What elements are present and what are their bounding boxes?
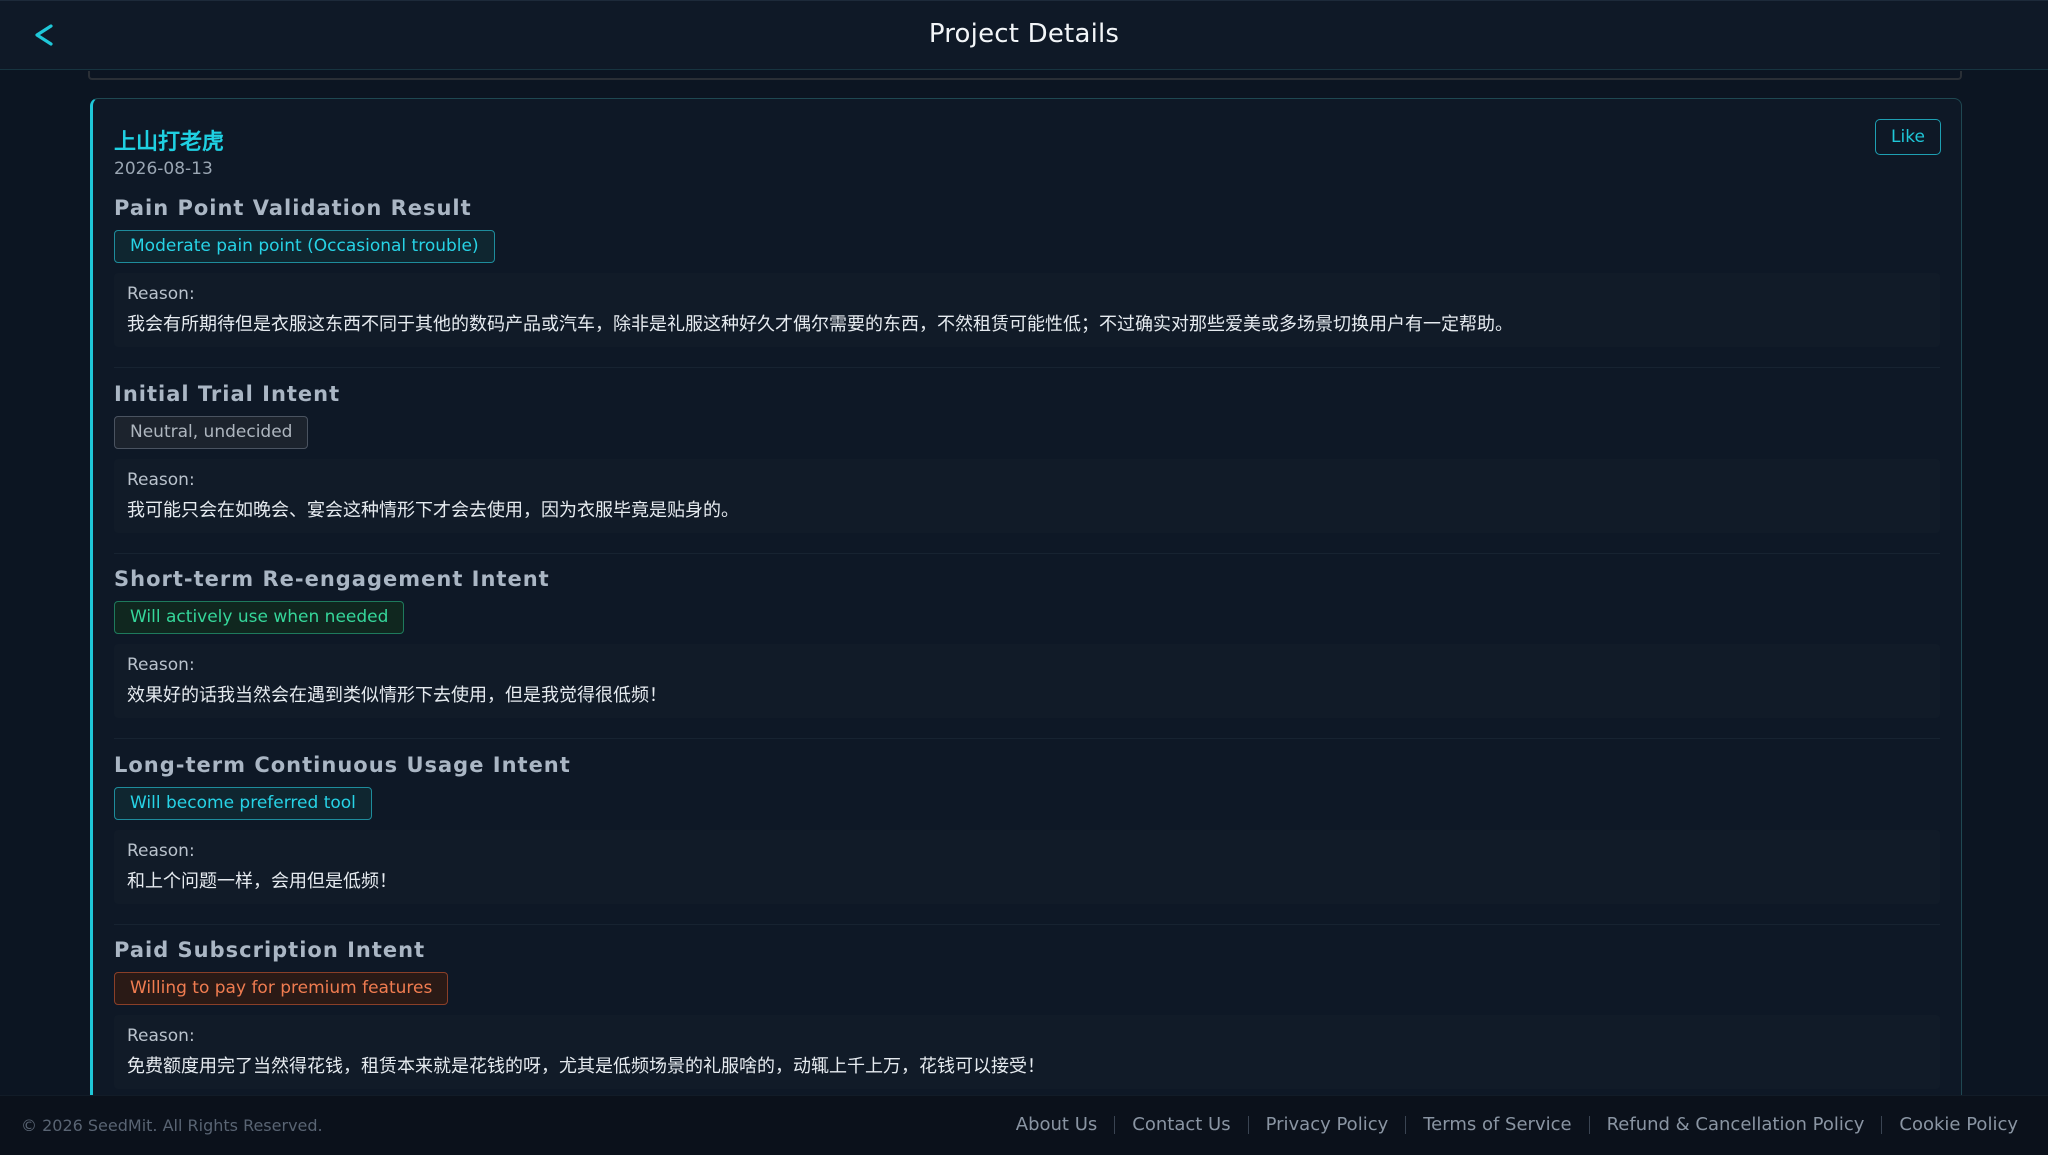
- divider: [114, 367, 1940, 368]
- reason-box: Reason: 我可能只会在如晚会、宴会这种情形下才会去使用，因为衣服毕竟是贴身…: [114, 459, 1940, 533]
- reason-label: Reason:: [127, 1026, 195, 1046]
- top-bar: Project Details: [0, 0, 2048, 70]
- section-long-term: Long-term Continuous Usage Intent Will b…: [114, 752, 1940, 904]
- footer-separator: [1881, 1115, 1883, 1134]
- reason-label: Reason:: [127, 470, 195, 490]
- divider: [114, 553, 1940, 554]
- section-title: Short-term Re-engagement Intent: [114, 567, 550, 591]
- footer-link-privacy-policy[interactable]: Privacy Policy: [1266, 1114, 1389, 1135]
- footer-link-cookie-policy[interactable]: Cookie Policy: [1899, 1114, 2018, 1135]
- section-pain-point: Pain Point Validation Result Moderate pa…: [114, 195, 1940, 347]
- result-badge: Moderate pain point (Occasional trouble): [114, 230, 495, 263]
- card-title: 上山打老虎: [114, 130, 225, 155]
- divider: [114, 924, 1940, 925]
- reason-box: Reason: 效果好的话我当然会在遇到类似情形下去使用，但是我觉得很低频！: [114, 644, 1940, 718]
- footer-link-terms-of-service[interactable]: Terms of Service: [1423, 1114, 1571, 1135]
- section-initial-trial: Initial Trial Intent Neutral, undecided …: [114, 381, 1940, 533]
- footer-separator: [1405, 1115, 1407, 1134]
- footer-separator: [1588, 1115, 1590, 1134]
- reason-text: 效果好的话我当然会在遇到类似情形下去使用，但是我觉得很低频！: [127, 685, 667, 706]
- card-date: 2026-08-13: [114, 159, 213, 179]
- reason-label: Reason:: [127, 284, 195, 304]
- page-title: Project Details: [928, 19, 1120, 49]
- previous-card-edge: [88, 71, 1962, 80]
- result-badge: Willing to pay for premium features: [114, 972, 449, 1005]
- section-paid-subscription: Paid Subscription Intent Willing to pay …: [114, 937, 1940, 1089]
- reason-label: Reason:: [127, 841, 195, 861]
- feedback-card: 上山打老虎 2026-08-13 Like Pain Point Validat…: [90, 98, 1962, 1095]
- reason-label: Reason:: [127, 655, 195, 675]
- reason-text: 我可能只会在如晚会、宴会这种情形下才会去使用，因为衣服毕竟是贴身的。: [127, 500, 739, 521]
- section-title: Long-term Continuous Usage Intent: [114, 753, 571, 777]
- reason-box: Reason: 和上个问题一样，会用但是低频！: [114, 830, 1940, 904]
- reason-box: Reason: 免费额度用完了当然得花钱，租赁本来就是花钱的呀，尤其是低频场景的…: [114, 1015, 1940, 1089]
- reason-text: 和上个问题一样，会用但是低频！: [127, 871, 397, 892]
- divider: [114, 738, 1940, 739]
- footer: © 2026 SeedMit. All Rights Reserved. Abo…: [0, 1095, 2048, 1155]
- footer-link-contact-us[interactable]: Contact Us: [1132, 1114, 1230, 1135]
- result-badge: Will become preferred tool: [114, 787, 372, 820]
- reason-text: 免费额度用完了当然得花钱，租赁本来就是花钱的呀，尤其是低频场景的礼服啥的，动辄上…: [127, 1056, 1045, 1077]
- main-content[interactable]: 上山打老虎 2026-08-13 Like Pain Point Validat…: [0, 71, 2048, 1095]
- copyright: © 2026 SeedMit. All Rights Reserved.: [21, 1116, 323, 1135]
- result-badge: Neutral, undecided: [114, 416, 309, 449]
- footer-links: About Us Contact Us Privacy Policy Terms…: [1016, 1114, 2018, 1135]
- reason-text: 我会有所期待但是衣服这东西不同于其他的数码产品或汽车，除非是礼服这种好久才偶尔需…: [127, 314, 1513, 335]
- section-title: Paid Subscription Intent: [114, 938, 426, 962]
- section-short-term: Short-term Re-engagement Intent Will act…: [114, 566, 1940, 718]
- section-title: Initial Trial Intent: [114, 382, 341, 406]
- footer-link-about-us[interactable]: About Us: [1016, 1114, 1098, 1135]
- footer-separator: [1247, 1115, 1249, 1134]
- like-button[interactable]: Like: [1875, 119, 1941, 155]
- footer-separator: [1114, 1115, 1116, 1134]
- section-title: Pain Point Validation Result: [114, 196, 472, 220]
- reason-box: Reason: 我会有所期待但是衣服这东西不同于其他的数码产品或汽车，除非是礼服…: [114, 273, 1940, 347]
- result-badge: Will actively use when needed: [114, 601, 405, 634]
- footer-link-refund-policy[interactable]: Refund & Cancellation Policy: [1607, 1114, 1865, 1135]
